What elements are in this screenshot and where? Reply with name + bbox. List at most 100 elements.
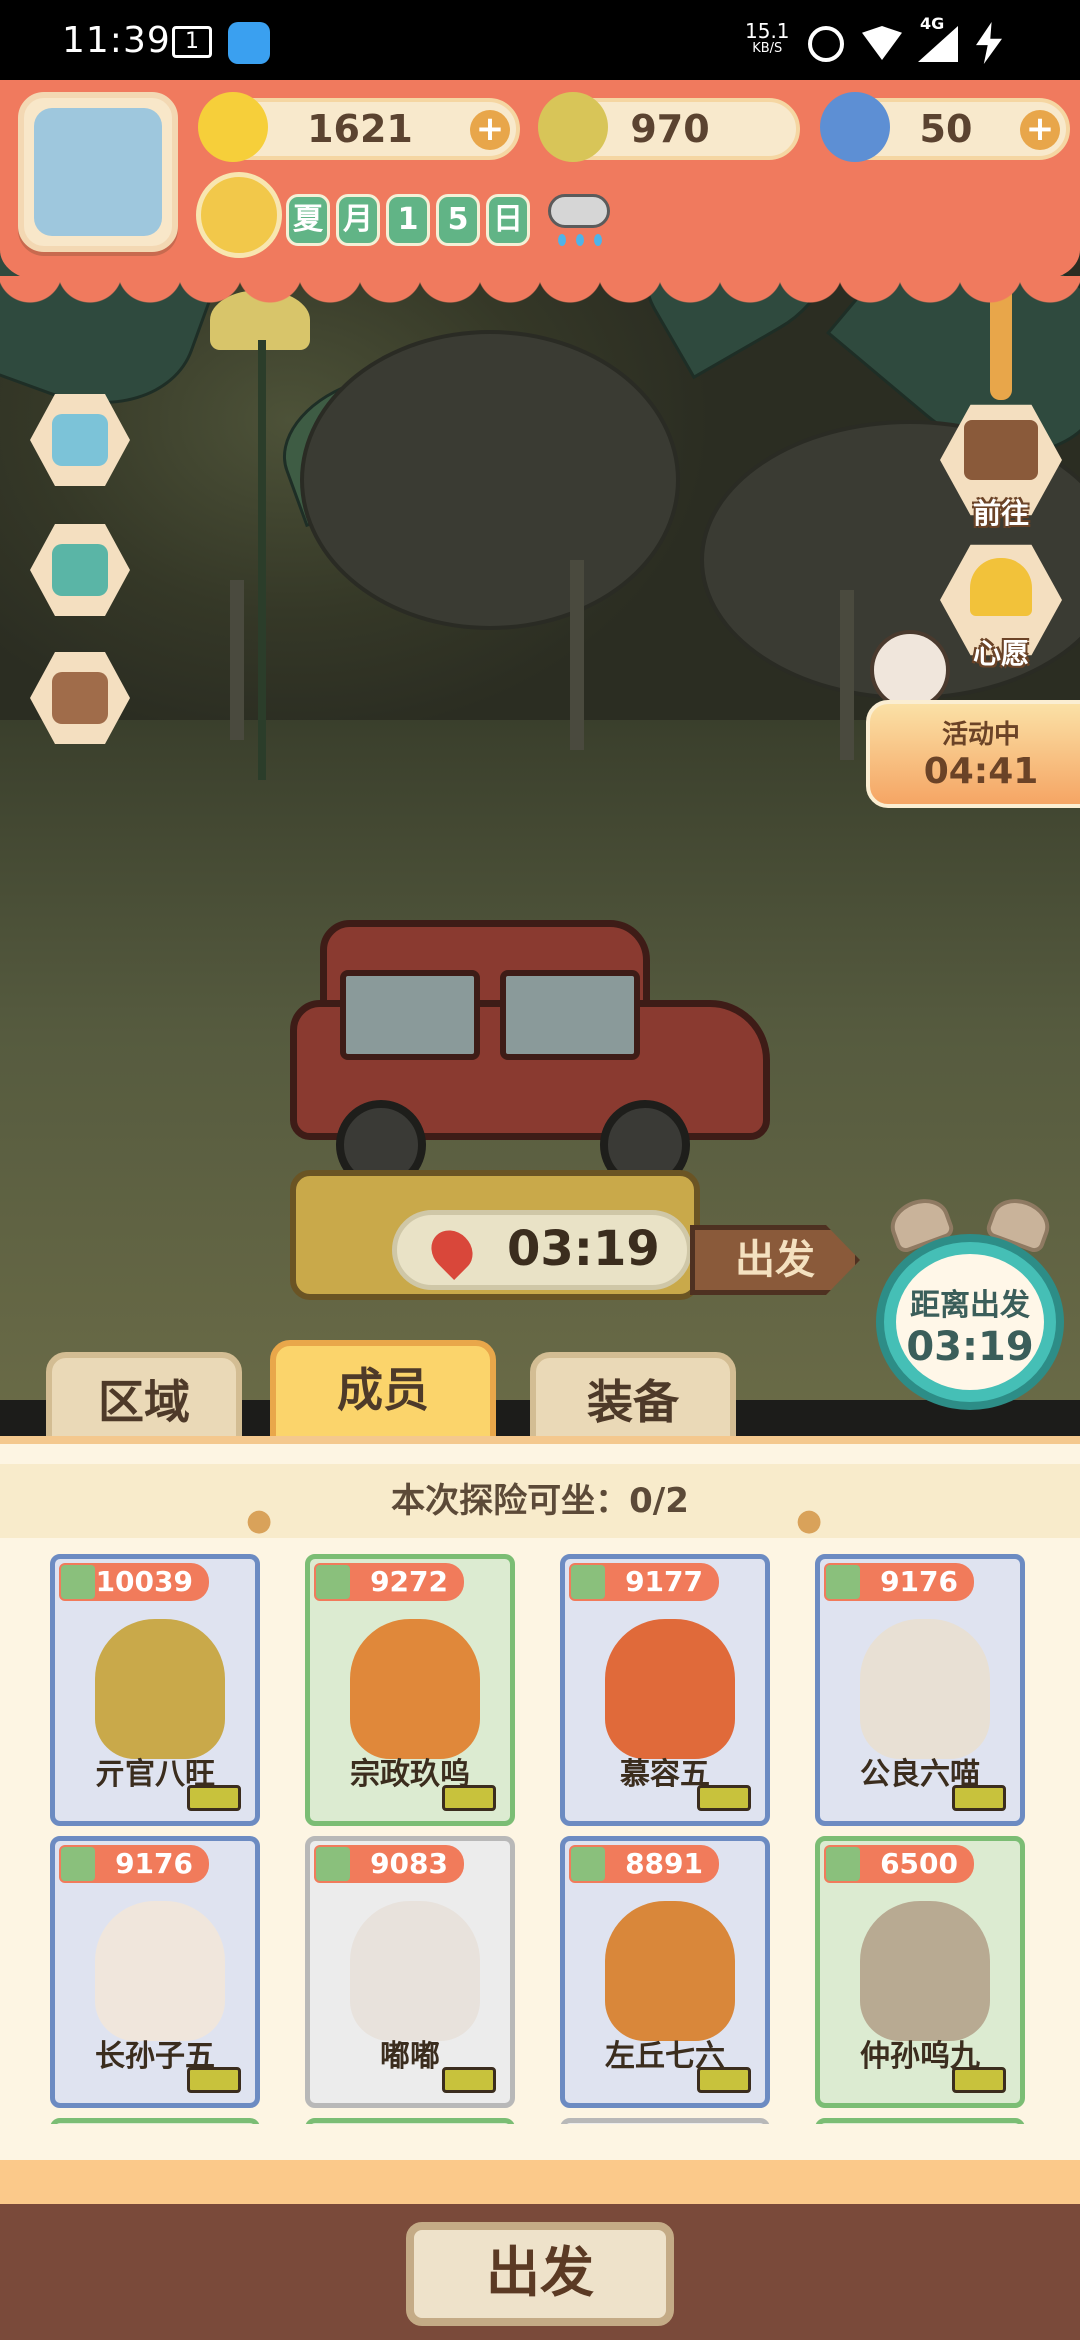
crossed-swords-icon bbox=[61, 1847, 95, 1881]
tab-bar: 区域 成员 装备 bbox=[0, 1340, 1080, 1448]
banana-icon bbox=[198, 92, 268, 162]
add-fish-button[interactable]: + bbox=[1020, 110, 1060, 150]
net-speed: 15.1 KB/S bbox=[745, 19, 790, 56]
date-char: 日 bbox=[486, 194, 530, 246]
battery-icon bbox=[187, 2067, 241, 2093]
timer-value: 03:19 bbox=[507, 1221, 660, 1277]
member-card[interactable]: 5356 bbox=[560, 2118, 770, 2124]
cat-portrait bbox=[860, 1619, 990, 1759]
depart-button[interactable]: 出发 bbox=[406, 2222, 674, 2326]
event-banner[interactable]: 活动中 04:41 bbox=[866, 700, 1080, 808]
date-char: 月 bbox=[336, 194, 380, 246]
clock-label: 距离出发 bbox=[910, 1288, 1030, 1323]
add-banana-button[interactable]: + bbox=[470, 110, 510, 150]
seat-info: ● 本次探险可坐：0/2 ● bbox=[0, 1464, 1080, 1538]
date-char: 夏 bbox=[286, 194, 330, 246]
goto-button[interactable]: 前往 bbox=[940, 400, 1062, 532]
crossed-swords-icon bbox=[61, 1565, 95, 1599]
crossed-swords-icon bbox=[826, 1847, 860, 1881]
calendar-moon-icon[interactable] bbox=[196, 172, 282, 258]
members-panel: ● 本次探险可坐：0/2 ● 10039 亓官八旺 9272 宗政玖呜 9177 慕容五 9… bbox=[0, 1436, 1080, 2160]
location-pin-icon bbox=[423, 1222, 481, 1280]
cat-portrait bbox=[605, 1901, 735, 2041]
fish-icon bbox=[820, 92, 890, 162]
flower-stem bbox=[258, 340, 266, 780]
cat-portrait bbox=[605, 1619, 735, 1759]
event-time: 04:41 bbox=[923, 751, 1039, 792]
battery-icon bbox=[697, 1785, 751, 1811]
battery-icon bbox=[952, 2067, 1006, 2093]
member-card[interactable]: 5257 bbox=[815, 2118, 1025, 2124]
clover-icon bbox=[538, 92, 608, 162]
paw-icon: ● bbox=[246, 1503, 273, 1538]
date-char: 1 bbox=[386, 194, 430, 246]
tab-equipment[interactable]: 装备 bbox=[530, 1352, 736, 1448]
crossed-swords-icon bbox=[571, 1565, 605, 1599]
battery-icon bbox=[187, 1785, 241, 1811]
fish-value: 50 bbox=[919, 107, 973, 151]
event-title: 活动中 bbox=[941, 720, 1020, 750]
go-signpost[interactable]: 出发 bbox=[690, 1225, 860, 1295]
member-card[interactable]: 9176 长孙子五 bbox=[50, 1836, 260, 2108]
boulder bbox=[300, 330, 680, 630]
fence-post bbox=[840, 590, 854, 760]
app-icon bbox=[228, 22, 270, 64]
battery-icon bbox=[697, 2067, 751, 2093]
heart-book-icon bbox=[970, 558, 1032, 616]
member-card[interactable]: 9177 慕容五 bbox=[560, 1554, 770, 1826]
fence-post bbox=[230, 580, 244, 740]
member-card[interactable]: 6500 仲孙呜九 bbox=[815, 1836, 1025, 2108]
rain-cloud-icon bbox=[544, 190, 614, 250]
crossed-swords-icon bbox=[826, 1565, 860, 1599]
battery-icon bbox=[952, 1785, 1006, 1811]
status-bar: 11:39 1 15.1 KB/S 4G bbox=[0, 0, 1080, 80]
wish-button[interactable]: 心愿 bbox=[940, 540, 1062, 672]
cat-portrait bbox=[860, 1901, 990, 2041]
fish-counter[interactable]: 50 + bbox=[820, 92, 1070, 162]
cat-portrait bbox=[350, 1619, 480, 1759]
crossed-swords-icon bbox=[316, 1847, 350, 1881]
notification-icon: 1 bbox=[172, 26, 212, 58]
network-type: 4G bbox=[920, 14, 945, 33]
status-time: 11:39 bbox=[62, 20, 171, 61]
wish-label: 心愿 bbox=[972, 637, 1029, 670]
tv-icon bbox=[52, 414, 108, 466]
fence-post bbox=[570, 560, 584, 750]
banana-counter[interactable]: 1621 + bbox=[198, 92, 520, 162]
clover-counter[interactable]: 970 bbox=[538, 92, 800, 162]
member-card[interactable]: 10039 亓官八旺 bbox=[50, 1554, 260, 1826]
map-board-icon bbox=[964, 420, 1038, 480]
car-window bbox=[500, 970, 640, 1060]
camera-icon bbox=[52, 672, 108, 724]
event-cat-icon bbox=[870, 630, 950, 710]
tab-members[interactable]: 成员 bbox=[270, 1340, 496, 1448]
member-card[interactable]: 9272 宗政玖呜 bbox=[305, 1554, 515, 1826]
cat-avatar-icon bbox=[34, 108, 162, 236]
car-window bbox=[340, 970, 480, 1060]
member-card[interactable]: 6214 bbox=[50, 2118, 260, 2124]
cat-portrait bbox=[95, 1901, 225, 2041]
crossed-swords-icon bbox=[316, 1565, 350, 1599]
banana-value: 1621 bbox=[307, 107, 413, 151]
battery-icon bbox=[442, 1785, 496, 1811]
member-card[interactable]: 8891 左丘七六 bbox=[560, 1836, 770, 2108]
crossed-swords-icon bbox=[571, 1847, 605, 1881]
member-grid[interactable]: 10039 亓官八旺 9272 宗政玖呜 9177 慕容五 9176 公良六喵 9176 长孙子五… bbox=[50, 1554, 1030, 2124]
player-avatar[interactable] bbox=[18, 92, 178, 252]
shop-icon bbox=[52, 544, 108, 596]
member-card[interactable]: 9176 公良六喵 bbox=[815, 1554, 1025, 1826]
charging-icon bbox=[976, 22, 1002, 64]
alarm-icon bbox=[808, 26, 844, 62]
cat-portrait bbox=[350, 1901, 480, 2041]
battery-icon bbox=[442, 2067, 496, 2093]
member-card[interactable]: 9083 嘟嘟 bbox=[305, 1836, 515, 2108]
cat-portrait bbox=[95, 1619, 225, 1759]
member-card[interactable]: 5928 bbox=[305, 2118, 515, 2124]
tab-area[interactable]: 区域 bbox=[46, 1352, 242, 1448]
goto-label: 前往 bbox=[972, 497, 1029, 530]
date-char: 5 bbox=[436, 194, 480, 246]
clover-value: 970 bbox=[630, 107, 710, 151]
paw-icon: ● bbox=[796, 1503, 823, 1538]
wifi-icon bbox=[862, 26, 902, 60]
departure-timer: 03:19 bbox=[392, 1210, 692, 1290]
